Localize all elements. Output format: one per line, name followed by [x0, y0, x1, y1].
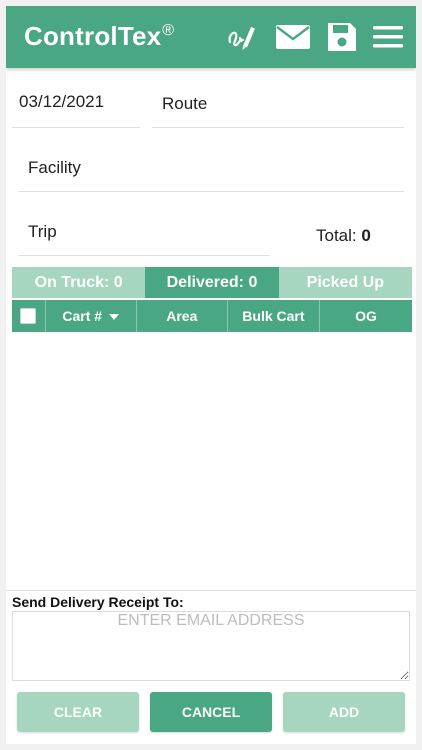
column-bulk-cart-label: Bulk Cart [242, 308, 305, 324]
column-cart-number[interactable]: Cart # [46, 300, 137, 332]
menu-icon[interactable] [372, 22, 406, 52]
status-tabs: On Truck: 0 Delivered: 0 Picked Up [12, 267, 412, 298]
receipt-label: Send Delivery Receipt To: [12, 594, 184, 610]
facility-field[interactable]: Facility [18, 158, 404, 192]
email-input[interactable] [12, 611, 410, 681]
column-og: OG [320, 300, 412, 332]
facility-label: Facility [28, 158, 81, 177]
column-cart-label: Cart # [62, 308, 103, 324]
total-display: Total: 0 [316, 226, 371, 246]
table-header: Cart # Area Bulk Cart OG [12, 300, 412, 332]
brand-name: ControlTex [24, 21, 162, 51]
column-bulk-cart: Bulk Cart [228, 300, 320, 332]
column-area-label: Area [166, 308, 198, 324]
date-field[interactable]: 03/12/2021 [12, 92, 140, 128]
tab-picked-up[interactable]: Picked Up [278, 267, 412, 298]
trip-label: Trip [28, 222, 57, 241]
route-label: Route [162, 94, 208, 113]
mail-icon[interactable] [275, 22, 310, 52]
app-header: ControlTex® [6, 6, 416, 68]
select-all-checkbox[interactable] [20, 308, 37, 324]
total-label: Total: [316, 226, 357, 245]
app-brand: ControlTex® [24, 21, 174, 52]
signature-icon[interactable] [226, 22, 260, 52]
add-button[interactable]: ADD [283, 692, 405, 732]
route-field[interactable]: Route [152, 94, 404, 128]
registered-mark: ® [162, 22, 175, 39]
cancel-button[interactable]: CANCEL [150, 692, 272, 732]
column-og-label: OG [355, 308, 377, 324]
list-divider [6, 590, 416, 591]
clear-button[interactable]: CLEAR [17, 692, 139, 732]
column-area: Area [137, 300, 228, 332]
total-value: 0 [361, 226, 371, 245]
save-icon[interactable] [327, 22, 361, 52]
sort-caret-icon [109, 313, 120, 320]
date-value: 03/12/2021 [19, 92, 105, 111]
tab-on-truck[interactable]: On Truck: 0 [12, 267, 146, 298]
tab-delivered[interactable]: Delivered: 0 [145, 267, 279, 298]
trip-field[interactable]: Trip [18, 222, 270, 256]
select-all-cell [12, 300, 46, 332]
app-screen: ControlTex® 03/12/2021 Route Facility Tr… [6, 6, 416, 744]
